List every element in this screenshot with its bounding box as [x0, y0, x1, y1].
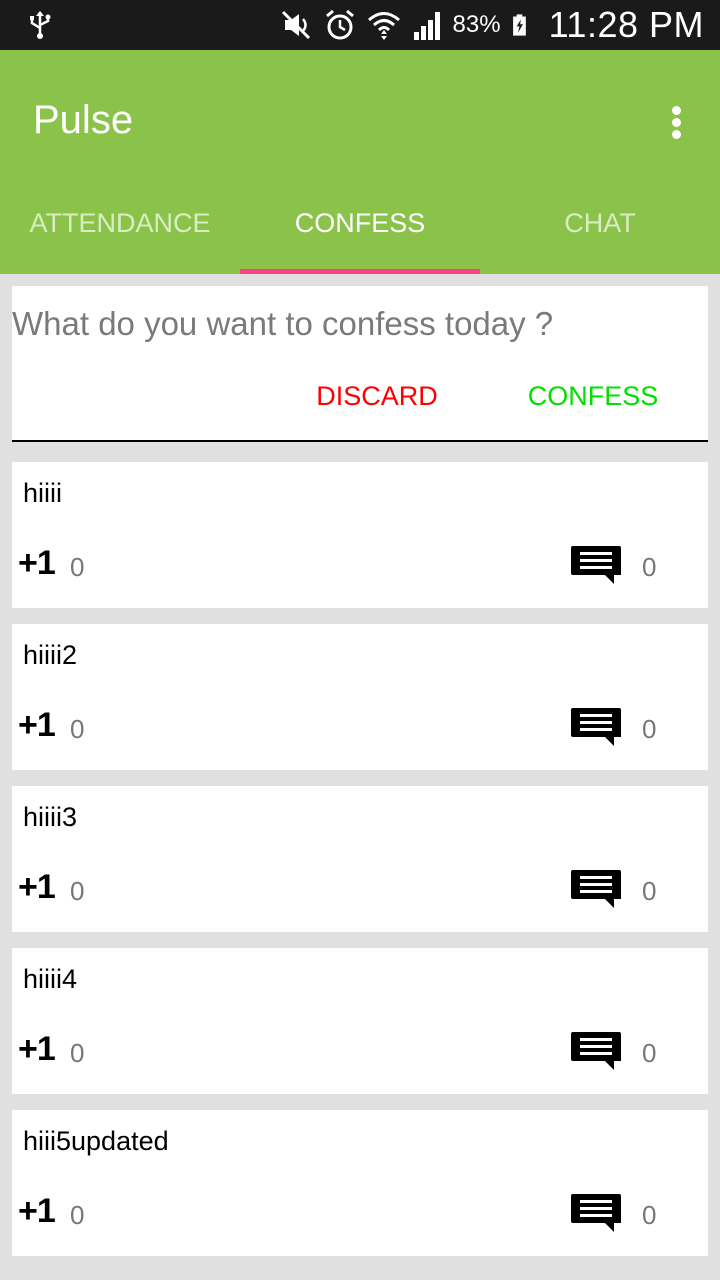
confession-text: hiiii3 — [23, 802, 78, 832]
app-title: Pulse — [33, 98, 134, 142]
tab-bar: ATTENDANCE CONFESS CHAT — [0, 176, 720, 274]
input-underline — [12, 440, 708, 442]
comment-count: 0 — [642, 1200, 657, 1230]
status-bar: 83% 11:28 PM — [0, 0, 720, 50]
like-count: 0 — [70, 1200, 85, 1230]
overflow-menu-icon[interactable] — [662, 102, 692, 142]
confession-card[interactable]: hiiii +1 0 0 — [12, 462, 708, 608]
tab-label: CONFESS — [294, 207, 426, 238]
mute-icon — [281, 10, 310, 40]
like-count: 0 — [70, 1038, 85, 1068]
comment-icon[interactable] — [570, 1030, 622, 1072]
confession-input[interactable] — [12, 300, 708, 348]
confess-compose-card: DISCARD CONFESS — [12, 286, 708, 442]
comment-count: 0 — [642, 1038, 657, 1068]
confession-card[interactable]: hiiii4 +1 0 0 — [12, 948, 708, 1094]
plus-one-button[interactable]: +1 — [18, 868, 56, 907]
discard-button[interactable]: DISCARD — [302, 376, 452, 416]
tab-confess[interactable]: CONFESS — [240, 176, 480, 274]
clock: 11:28 PM — [548, 4, 704, 45]
confession-card[interactable]: hiii5updated +1 0 0 — [12, 1110, 708, 1256]
comment-count: 0 — [642, 552, 657, 582]
like-count: 0 — [70, 876, 85, 906]
comment-icon[interactable] — [570, 706, 622, 748]
confession-text: hiiii4 — [23, 964, 78, 994]
tab-indicator — [240, 269, 480, 274]
app-bar: Pulse ATTENDANCE CONFESS CHAT — [0, 50, 720, 274]
signal-icon — [413, 12, 440, 40]
plus-one-button[interactable]: +1 — [18, 1030, 56, 1069]
battery-charging-icon — [512, 14, 526, 36]
comment-icon[interactable] — [570, 1192, 622, 1234]
like-count: 0 — [70, 714, 85, 744]
wifi-icon — [367, 12, 400, 40]
plus-one-button[interactable]: +1 — [18, 1192, 56, 1231]
comment-count: 0 — [642, 876, 657, 906]
comment-count: 0 — [642, 714, 657, 744]
confess-button[interactable]: CONFESS — [510, 376, 676, 416]
usb-icon — [30, 11, 51, 39]
tab-label: CHAT — [564, 207, 636, 238]
plus-one-button[interactable]: +1 — [18, 706, 56, 745]
plus-one-button[interactable]: +1 — [18, 544, 56, 583]
tab-chat[interactable]: CHAT — [480, 176, 720, 274]
tab-label: ATTENDANCE — [29, 207, 211, 238]
confession-text: hiiii — [23, 478, 63, 508]
tab-attendance[interactable]: ATTENDANCE — [0, 176, 240, 274]
confession-card[interactable]: hiiii3 +1 0 0 — [12, 786, 708, 932]
like-count: 0 — [70, 552, 85, 582]
alarm-icon — [325, 9, 354, 40]
comment-icon[interactable] — [570, 544, 622, 586]
comment-icon[interactable] — [570, 868, 622, 910]
confession-text: hiiii2 — [23, 640, 78, 670]
battery-percent: 83% — [452, 11, 501, 38]
confession-text: hiii5updated — [23, 1126, 169, 1156]
confession-card[interactable]: hiiii2 +1 0 0 — [12, 624, 708, 770]
